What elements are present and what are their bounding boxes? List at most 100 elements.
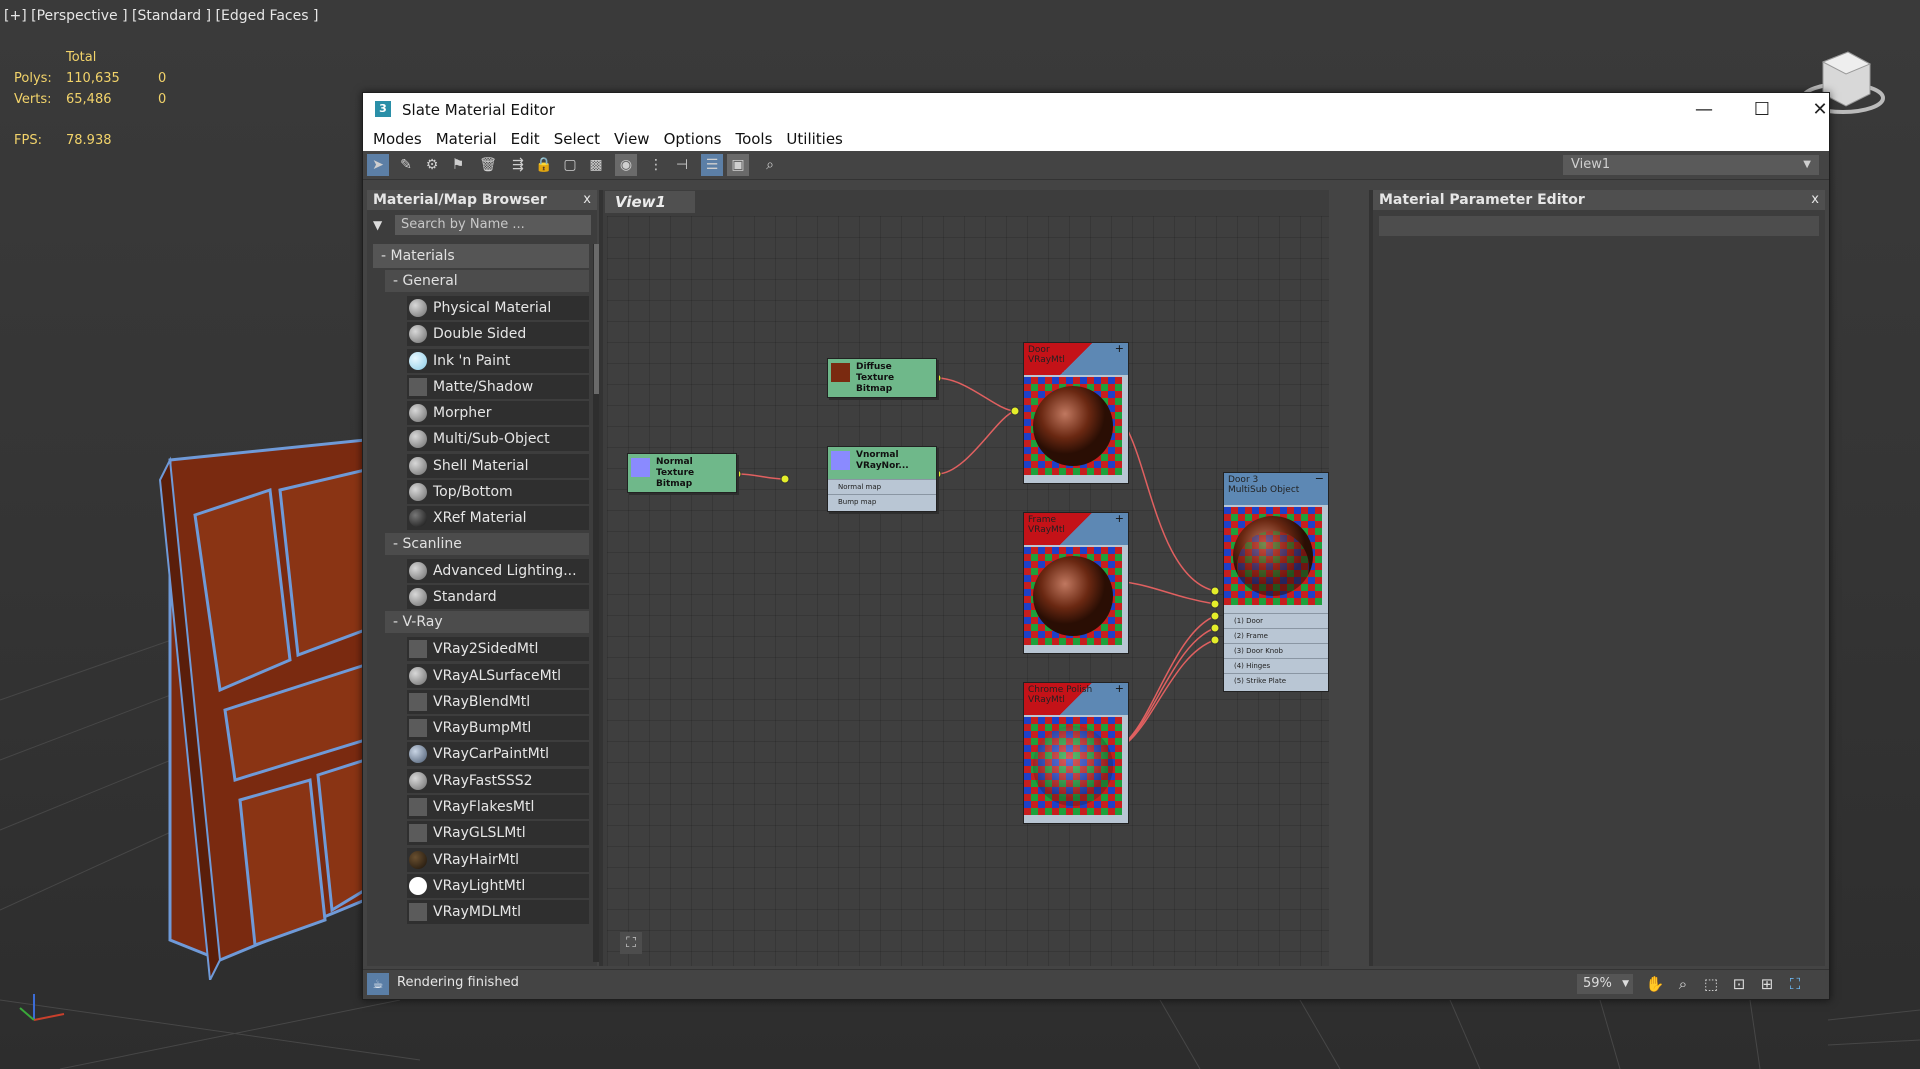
list-item[interactable]: VRay2SidedMtl (407, 637, 589, 662)
diffuse-map-thumbnail (831, 363, 850, 382)
list-item[interactable]: Morpher (407, 401, 589, 426)
door-model[interactable] (140, 420, 380, 980)
slot-strike-plate[interactable]: (5) Strike Plate (1224, 673, 1328, 688)
slate-material-editor-window[interactable]: 3 Slate Material Editor — ☐ ✕ Modes Mater… (362, 92, 1830, 1000)
list-item[interactable]: Top/Bottom (407, 480, 589, 505)
param-editor-name-bar[interactable] (1379, 216, 1819, 236)
zoom-icon[interactable]: ⌕ (1671, 973, 1695, 995)
put-to-scene-icon[interactable]: ⚙ (421, 154, 443, 176)
material-list[interactable]: - Materials - General Physical Material … (373, 244, 589, 962)
show-map-icon[interactable]: ▢ (559, 154, 581, 176)
pan-to-selected-icon[interactable]: ⛶ (1783, 973, 1807, 995)
toolbar: ➤ ✎ ⚙ ⚑ 🗑 ⇶ 🔒 ▢ ▩ ◉ ⋮ ⊣ ☰ ▣ ⌕ View1 ▼ (363, 151, 1829, 180)
delete-icon[interactable]: 🗑 (477, 154, 499, 176)
normal-map-slot[interactable]: Normal map (828, 479, 936, 494)
collapse-icon[interactable]: − (1315, 473, 1324, 484)
list-item[interactable]: VRayALSurfaceMtl (407, 663, 589, 688)
chrome-material-node[interactable]: Chrome Polish VRayMtl + (1023, 682, 1129, 824)
search-icon[interactable]: ⌕ (759, 154, 781, 176)
menu-utilities[interactable]: Utilities (779, 127, 849, 151)
zoom-extents-selected-icon[interactable]: ⊞ (1755, 973, 1779, 995)
list-item[interactable]: VRayBlendMtl (407, 689, 589, 714)
material-swatch-icon (409, 404, 427, 423)
list-item[interactable]: Double Sided (407, 322, 589, 347)
select-icon[interactable]: ➤ (367, 154, 389, 176)
list-item[interactable]: Matte/Shadow (407, 374, 589, 399)
door-material-node[interactable]: Door VRayMtl + (1023, 342, 1129, 484)
menu-tools[interactable]: Tools (728, 127, 779, 151)
zoom-region-icon[interactable]: ⬚ (1699, 973, 1723, 995)
group-scanline[interactable]: - Scanline (385, 532, 589, 555)
list-item[interactable]: VRayLightMtl (407, 873, 589, 898)
menu-material[interactable]: Material (429, 127, 504, 151)
list-item[interactable]: VRayFlakesMtl (407, 795, 589, 820)
options-triangle-icon[interactable]: ▼ (373, 218, 382, 232)
lock-icon[interactable]: 🔒 (533, 154, 555, 176)
multisub-material-node[interactable]: Door 3 MultiSub Object − (1) Door (2) Fram… (1223, 472, 1329, 692)
menu-select[interactable]: Select (547, 127, 607, 151)
material-editor-icon[interactable]: ▣ (727, 154, 749, 176)
menu-edit[interactable]: Edit (504, 127, 547, 151)
navigator-icon[interactable]: ⛶ (620, 932, 642, 954)
list-item[interactable]: VRayBumpMtl (407, 716, 589, 741)
zoom-extents-icon[interactable]: ⊡ (1727, 973, 1751, 995)
title-bar[interactable]: 3 Slate Material Editor — ☐ ✕ (363, 93, 1829, 127)
multisub-material-preview (1224, 507, 1322, 605)
material-swatch-icon (409, 903, 427, 922)
sample-type-icon[interactable]: ◉ (615, 154, 637, 176)
slot-hinges[interactable]: (4) Hinges (1224, 658, 1328, 673)
menu-modes[interactable]: Modes (363, 127, 429, 151)
status-bar: ☕ Rendering finished 59% ▼ ✋ ⌕ ⬚ ⊡ ⊞ ⛶ (363, 969, 1829, 998)
slot-frame[interactable]: (2) Frame (1224, 628, 1328, 643)
group-vray[interactable]: - V-Ray (385, 611, 589, 634)
param-editor-close-button[interactable]: x (1811, 190, 1819, 210)
view-selector[interactable]: View1 ▼ (1563, 155, 1819, 175)
group-general[interactable]: - General (385, 270, 589, 292)
normal-texture-node[interactable]: Normal Texture Bitmap (627, 453, 737, 493)
slot-door[interactable]: (1) Door (1224, 613, 1328, 628)
teapot-icon[interactable]: ☕ (367, 973, 389, 995)
search-input[interactable]: Search by Name ... (395, 215, 591, 235)
list-item[interactable]: Multi/Sub-Object (407, 427, 589, 452)
vnormal-node[interactable]: Vnormal VRayNor... Normal map Bump map (827, 446, 937, 512)
tab-view1[interactable]: View1 (605, 191, 695, 213)
material-swatch-icon (409, 798, 427, 817)
material-swatch-icon (409, 509, 427, 528)
list-item[interactable]: VRayHairMtl (407, 847, 589, 872)
list-item[interactable]: Shell Material (407, 453, 589, 478)
layout-children-icon[interactable]: ⊣ (671, 154, 693, 176)
pan-hand-icon[interactable]: ✋ (1643, 973, 1667, 995)
menu-options[interactable]: Options (657, 127, 729, 151)
node-editor-icon[interactable]: ☰ (701, 154, 723, 176)
maximize-button[interactable]: ☐ (1733, 93, 1791, 127)
expand-icon[interactable]: + (1115, 513, 1124, 524)
node-canvas[interactable]: Normal Texture Bitmap Diffuse Texture Bitm… (607, 216, 1329, 966)
pick-icon[interactable]: ✎ (395, 154, 417, 176)
bump-map-slot[interactable]: Bump map (828, 494, 936, 509)
zoom-select[interactable]: 59% ▼ (1577, 974, 1633, 994)
list-item[interactable]: XRef Material (407, 506, 589, 531)
menu-view[interactable]: View (607, 127, 657, 151)
slot-door-knob[interactable]: (3) Door Knob (1224, 643, 1328, 658)
close-button[interactable]: ✕ (1791, 93, 1849, 127)
list-item[interactable]: VRayGLSLMtl (407, 821, 589, 846)
menu-bar: Modes Material Edit Select View Options Tools U… (363, 127, 1829, 151)
group-materials[interactable]: - Materials (373, 244, 589, 268)
browser-close-button[interactable]: x (583, 190, 591, 210)
expand-icon[interactable]: + (1115, 343, 1124, 354)
list-item[interactable]: Ink 'n Paint (407, 348, 589, 373)
background-icon[interactable]: ▩ (585, 154, 607, 176)
list-item[interactable]: VRayCarPaintMtl (407, 742, 589, 767)
list-item[interactable]: VRayFastSSS2 (407, 768, 589, 793)
list-item[interactable]: Advanced Lighting... (407, 558, 589, 583)
expand-icon[interactable]: + (1115, 683, 1124, 694)
assign-icon[interactable]: ⚑ (447, 154, 469, 176)
diffuse-texture-node[interactable]: Diffuse Texture Bitmap (827, 358, 937, 398)
frame-material-node[interactable]: Frame VRayMtl + (1023, 512, 1129, 654)
list-item[interactable]: Physical Material (407, 296, 589, 320)
list-item[interactable]: Standard (407, 584, 589, 609)
layout-icon[interactable]: ⋮ (645, 154, 667, 176)
minimize-button[interactable]: — (1675, 93, 1733, 127)
move-children-icon[interactable]: ⇶ (507, 154, 529, 176)
list-item[interactable]: VRayMDLMtl (407, 900, 589, 925)
